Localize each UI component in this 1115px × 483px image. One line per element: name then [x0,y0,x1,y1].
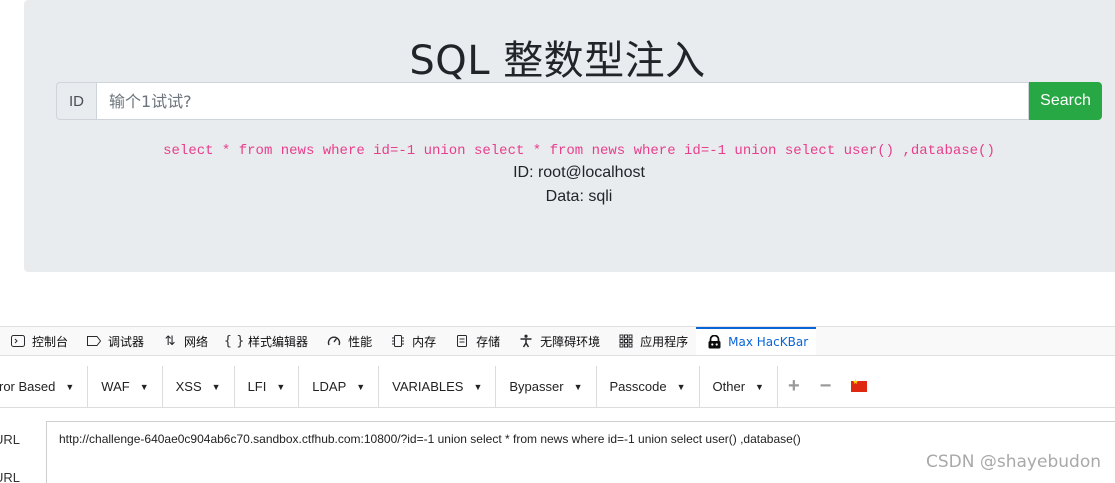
menu-waf[interactable]: WAF ▼ [88,366,163,407]
caret-down-icon: ▼ [65,381,75,392]
url-label-2: URL [0,470,21,483]
storage-icon [454,333,470,349]
console-icon [10,333,26,349]
hackbar-toolbar: ror Based ▼ WAF ▼ XSS ▼ LFI ▼ LDAP ▼ VARIABLE… [0,366,1115,408]
caret-down-icon: ▼ [276,381,286,392]
tab-performance[interactable]: 性能 [316,327,380,355]
hackbar-icon [706,334,722,350]
minus-icon[interactable]: − [810,366,842,407]
sql-query-text: select * from news where id=-1 union sel… [163,143,995,159]
menu-xss[interactable]: XSS ▼ [163,366,235,407]
tab-label: 性能 [348,334,373,349]
plus-icon[interactable]: + [778,366,810,407]
screen: SQL 整数型注入 ID Search select * from news w… [0,0,1115,483]
tab-max-hackbar[interactable]: Max HacKBar [696,327,817,355]
tab-label: 应用程序 [640,334,689,349]
id-label: ID [56,82,96,120]
menu-other[interactable]: Other ▼ [700,366,778,407]
result-id: ID: root@localhost [513,164,645,181]
id-input[interactable] [96,82,1029,120]
tab-label: 无障碍环境 [540,334,601,349]
tab-storage[interactable]: 存储 [444,327,508,355]
tab-style-editor[interactable]: { } 样式编辑器 [216,327,316,355]
caret-down-icon: ▼ [755,381,764,392]
accessibility-icon [518,333,534,349]
tab-network[interactable]: ⇅ 网络 [152,327,216,355]
application-icon [618,333,634,349]
caret-down-icon: ▼ [139,381,149,392]
tab-application[interactable]: 应用程序 [608,327,696,355]
search-button[interactable]: Search [1029,82,1102,120]
debugger-icon [86,333,102,349]
devtools-tab-bar: 控制台 调试器 ⇅ 网络 { } 样式编辑器 性能 内存 存储 无障碍环境 应用… [0,326,1115,356]
caret-down-icon: ▼ [356,381,366,392]
network-icon: ⇅ [164,333,176,349]
tab-label: Max HacKBar [728,335,809,349]
performance-icon [326,333,342,349]
tab-debugger[interactable]: 调试器 [76,327,152,355]
caret-down-icon: ▼ [473,381,483,392]
caret-down-icon: ▼ [676,381,686,392]
result-data: Data: sqli [545,188,613,205]
search-form: ID Search [56,82,1102,120]
menu-lfi[interactable]: LFI ▼ [235,366,300,407]
tab-label: 存储 [476,334,501,349]
menu-error-based[interactable]: ror Based ▼ [0,366,89,407]
menu-passcode[interactable]: Passcode ▼ [597,366,700,407]
tab-label: 调试器 [108,334,145,349]
tab-console[interactable]: 控制台 [0,327,76,355]
memory-icon [390,333,406,349]
tab-label: 网络 [184,334,209,349]
menu-variables[interactable]: VARIABLES ▼ [379,366,497,407]
tab-memory[interactable]: 内存 [380,327,444,355]
url-label: URL [0,432,21,447]
tab-accessibility[interactable]: 无障碍环境 [508,327,608,355]
page-title: SQL 整数型注入 [409,38,706,84]
caret-down-icon: ▼ [573,381,583,392]
menu-ldap[interactable]: LDAP ▼ [299,366,380,407]
url-value[interactable]: http://challenge-640ae0c904ab6c70.sandbo… [59,432,801,446]
menu-bypasser[interactable]: Bypasser ▼ [496,366,597,407]
tab-label: 样式编辑器 [248,334,309,349]
style-editor-icon: { } [223,333,245,349]
tab-label: 控制台 [32,334,69,349]
csdn-watermark: CSDN @shayebudon [926,452,1101,472]
tab-label: 内存 [412,334,437,349]
china-flag-icon[interactable] [851,378,868,392]
caret-down-icon: ▼ [211,381,221,392]
